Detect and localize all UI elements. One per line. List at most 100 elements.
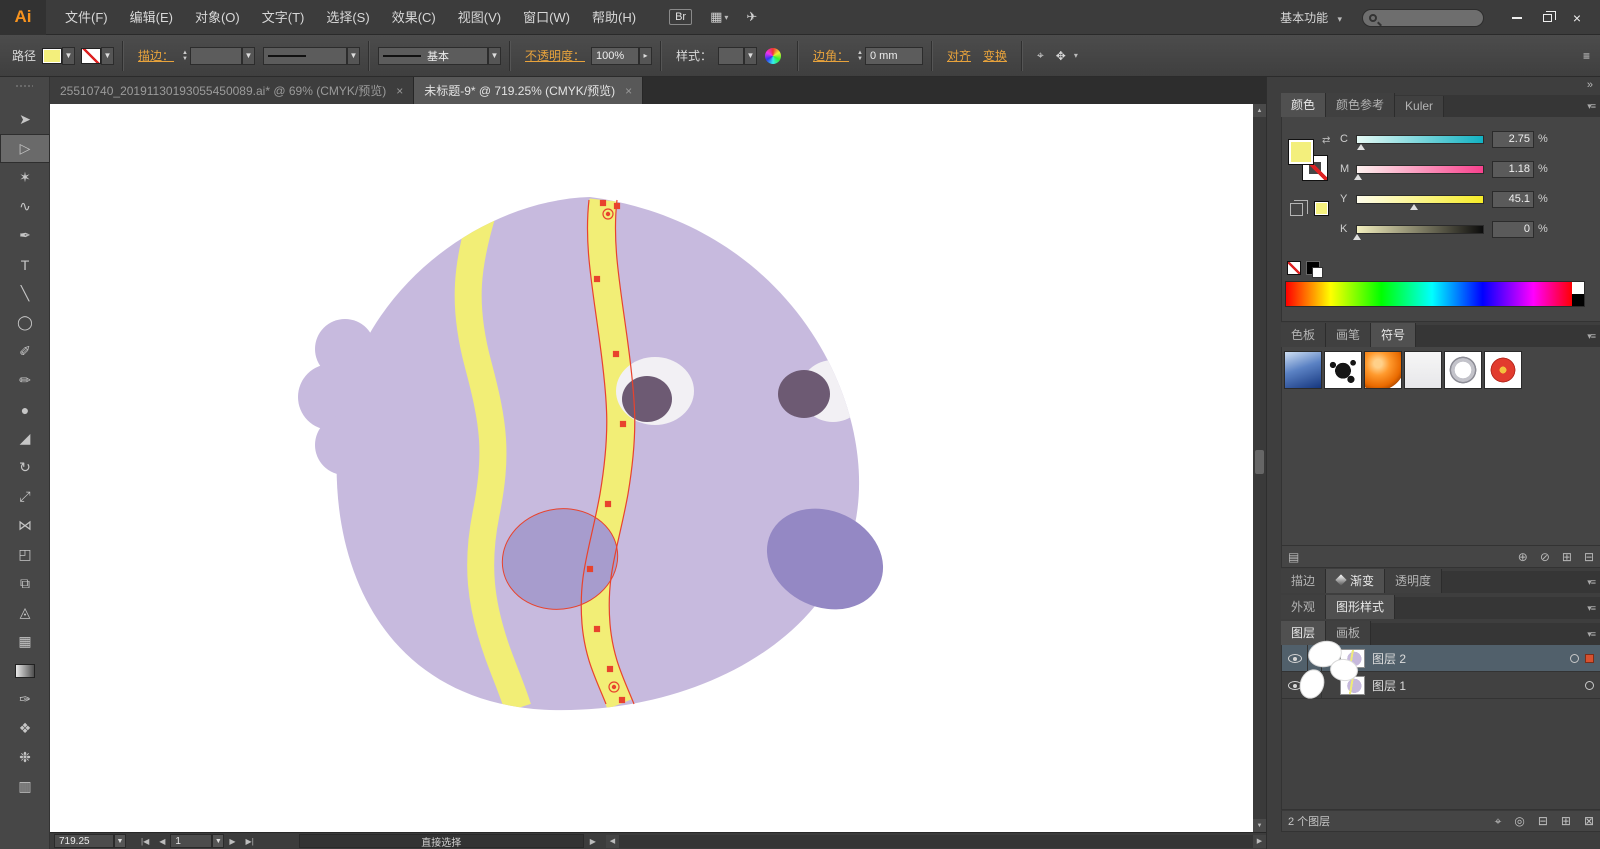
black-value-box[interactable]: 0 [1492, 220, 1534, 238]
tools-panel-grip[interactable] [16, 81, 33, 91]
last-artboard-button[interactable]: ▶| [241, 837, 259, 846]
line-segment-tool[interactable]: ╲ [0, 279, 50, 308]
yellow-value-box[interactable]: 45.1 [1492, 190, 1534, 208]
horizontal-scrollbar[interactable]: ◀ ▶ [605, 834, 1497, 848]
perspective-grid-tool[interactable]: ◬ [0, 598, 50, 627]
group2-panel-menu-icon[interactable]: ▾≡ [1581, 598, 1600, 619]
blend-tool[interactable]: ❖ [0, 714, 50, 743]
vertical-scrollbar[interactable]: ▲ ▼ [1253, 104, 1266, 832]
locate-object-icon[interactable]: ⌖ [1495, 814, 1502, 829]
opacity-slider-icon[interactable]: ▸ [639, 46, 652, 65]
blob-brush-tool[interactable]: ● [0, 395, 50, 424]
transform-options-icon[interactable]: ✥ [1056, 49, 1066, 63]
stroke-panel-link[interactable]: 描边： [138, 47, 174, 64]
layers-panel-menu-icon[interactable]: ▾≡ [1581, 624, 1600, 645]
new-symbol-icon[interactable]: ⊞ [1562, 550, 1572, 564]
color-panel-menu-icon[interactable]: ▾≡ [1581, 96, 1600, 117]
transform-link[interactable]: 变换 [983, 47, 1007, 64]
document-tab-1[interactable]: 25510740_20191130193055450089.ai* @ 69% … [50, 77, 415, 104]
closest-color-swatch[interactable] [1314, 201, 1329, 216]
fill-color-dropdown-icon[interactable]: ▼ [62, 46, 76, 65]
delete-symbol-icon[interactable]: ⊟ [1584, 550, 1594, 564]
ring-symbol[interactable] [1444, 351, 1482, 389]
menu-window[interactable]: 窗口(W) [512, 0, 581, 35]
target-circle-icon[interactable] [1585, 680, 1594, 690]
layer-name[interactable]: 图层 2 [1372, 650, 1406, 667]
zoom-dropdown-icon[interactable]: ▼ [114, 834, 126, 848]
scroll-right-icon[interactable]: ▶ [1253, 834, 1266, 848]
tab-color[interactable]: 颜色 [1281, 93, 1327, 117]
shape-builder-tool[interactable]: ⧉ [0, 569, 50, 598]
selection-indicator[interactable] [1585, 653, 1594, 663]
scroll-up-icon[interactable]: ▲ [1253, 104, 1266, 117]
brush-dropdown-icon[interactable]: ▼ [487, 46, 501, 65]
artboard-number-box[interactable]: 1 [170, 834, 213, 848]
width-tool[interactable]: ⋈ [0, 511, 50, 540]
opacity-link[interactable]: 不透明度： [525, 47, 585, 64]
eyedropper-tool[interactable]: ✑ [0, 685, 50, 714]
lasso-tool[interactable]: ∿ [0, 192, 50, 221]
rotate-tool[interactable]: ↻ [0, 453, 50, 482]
search-input[interactable] [1362, 8, 1484, 27]
stepper-down-icon[interactable]: ▼ [182, 56, 188, 62]
column-graph-tool[interactable]: ▥ [0, 772, 50, 801]
new-layer-icon[interactable]: ⊞ [1561, 814, 1571, 829]
magenta-slider[interactable] [1354, 164, 1484, 180]
corner-link[interactable]: 边角： [813, 47, 849, 64]
tab-swatches[interactable]: 色板 [1281, 323, 1327, 347]
menu-edit[interactable]: 编辑(E) [119, 0, 184, 35]
vertical-scroll-thumb[interactable] [1255, 450, 1264, 474]
collapse-dock-icon[interactable]: » [1587, 79, 1593, 91]
menu-object[interactable]: 对象(O) [184, 0, 251, 35]
tab-stroke[interactable]: 描边 [1281, 569, 1327, 593]
magenta-slider-thumb[interactable] [1354, 173, 1363, 180]
tab-gradient[interactable]: 渐变 [1326, 569, 1386, 593]
layer-name[interactable]: 图层 1 [1372, 677, 1406, 694]
scroll-down-icon[interactable]: ▼ [1253, 819, 1266, 832]
yellow-slider[interactable] [1356, 194, 1484, 210]
opacity-value[interactable]: 100% [591, 46, 639, 65]
tab-graphic-styles[interactable]: 图形样式 [1326, 595, 1396, 619]
out-of-gamut-cube-icon[interactable] [1290, 200, 1308, 216]
stroke-color-swatch[interactable] [81, 47, 102, 64]
eraser-tool[interactable]: ◢ [0, 424, 50, 453]
black-slider[interactable] [1353, 224, 1484, 240]
stroke-weight-dropdown-icon[interactable]: ▼ [241, 46, 255, 65]
none-color-swatch[interactable] [1287, 261, 1301, 275]
artboard-dropdown-icon[interactable]: ▼ [212, 834, 225, 848]
document-tab-2-close-icon[interactable]: × [625, 84, 632, 98]
blank-symbol[interactable] [1404, 351, 1442, 389]
make-clipping-mask-icon[interactable]: ◎ [1514, 814, 1524, 829]
align-art-icon[interactable]: ⌖ [1037, 48, 1044, 63]
paintbrush-tool[interactable]: ✐ [0, 337, 50, 366]
tab-transparency[interactable]: 透明度 [1385, 569, 1443, 593]
target-circle-icon[interactable] [1570, 653, 1579, 663]
pen-tool[interactable]: ✒ [0, 221, 50, 250]
transform-options-caret-icon[interactable]: ▾ [1074, 51, 1078, 60]
next-artboard-button[interactable]: ▶ [224, 837, 240, 846]
black-white-swatches[interactable] [1306, 261, 1323, 278]
cyan-value-box[interactable]: 2.75 [1492, 130, 1534, 148]
width-profile-box[interactable] [262, 46, 347, 65]
fill-color-swatch[interactable] [42, 47, 63, 64]
restore-button[interactable] [1532, 7, 1562, 29]
scroll-left-icon[interactable]: ◀ [605, 834, 619, 848]
arrange-documents-caret-icon[interactable]: ▾ [724, 13, 728, 22]
tab-symbols[interactable]: 符号 [1371, 323, 1417, 347]
control-panel-menu-icon[interactable]: ≡ [1583, 49, 1590, 63]
visibility-toggle[interactable] [1282, 644, 1308, 672]
cyan-slider[interactable] [1356, 134, 1484, 150]
stroke-weight-stepper[interactable]: ▲ ▼ [182, 50, 188, 62]
magenta-value-box[interactable]: 1.18 [1492, 160, 1534, 178]
gradient-tool[interactable] [0, 656, 50, 685]
direct-selection-tool[interactable]: ▷ [0, 134, 50, 163]
orange-sphere-symbol[interactable] [1364, 351, 1402, 389]
style-swatch[interactable] [718, 46, 745, 65]
corner-value[interactable]: 0 mm [864, 46, 923, 65]
pencil-tool[interactable]: ✏ [0, 366, 50, 395]
menu-file[interactable]: 文件(F) [54, 0, 119, 35]
workspace-switcher[interactable]: 基本功能 ▾ [1280, 9, 1342, 26]
style-dropdown-icon[interactable]: ▼ [744, 46, 758, 65]
symbols-panel-menu-icon[interactable]: ▾≡ [1581, 326, 1600, 347]
cyan-slider-thumb[interactable] [1356, 143, 1365, 150]
